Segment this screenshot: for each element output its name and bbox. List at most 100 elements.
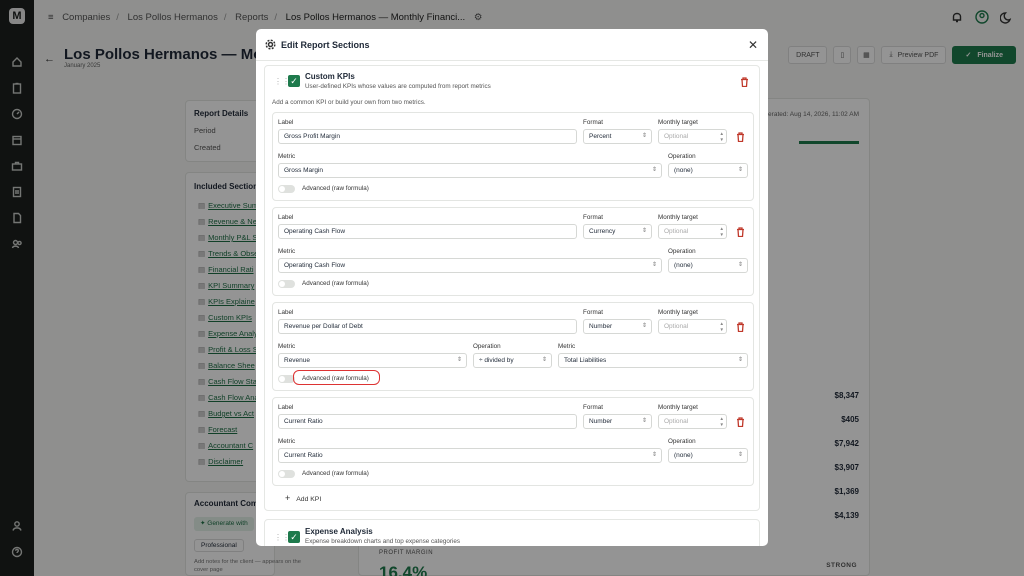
- second-metric-field-label: Metric: [558, 343, 576, 350]
- kpi-label-input[interactable]: Operating Cash Flow: [278, 224, 577, 239]
- monthly-target-input[interactable]: Optional ▲ ▼: [658, 129, 727, 144]
- kpi-label-input[interactable]: Current Ratio: [278, 414, 577, 429]
- custom-kpis-hint: Add a common KPI or build your own from …: [272, 99, 426, 106]
- metric-value: Operating Cash Flow: [284, 262, 346, 269]
- label-field-label: Label: [278, 404, 294, 411]
- advanced-label: Advanced (raw formula): [302, 185, 369, 192]
- trash-icon[interactable]: [740, 77, 749, 88]
- kpi-label-input[interactable]: Gross Profit Margin: [278, 129, 577, 144]
- chevron-icon: ⇕: [737, 452, 743, 458]
- kpi-card: Label Current Ratio Format Number ⇕ Month…: [272, 397, 754, 486]
- monthly-target-input[interactable]: Optional ▲ ▼: [658, 319, 727, 334]
- format-select[interactable]: Number ⇕: [583, 319, 652, 334]
- target-placeholder: Optional: [664, 323, 689, 330]
- metric-field-label: Metric: [278, 248, 296, 255]
- metric-field-label: Metric: [278, 438, 296, 445]
- operation-value: (none): [674, 262, 693, 269]
- stepper-icon[interactable]: ▲ ▼: [720, 226, 724, 237]
- label-field-label: Label: [278, 214, 294, 221]
- metric-select[interactable]: Operating Cash Flow ⇕: [278, 258, 662, 273]
- advanced-toggle[interactable]: [278, 280, 295, 288]
- format-select[interactable]: Number ⇕: [583, 414, 652, 429]
- operation-value: (none): [674, 452, 693, 459]
- operation-field-label: Operation: [668, 438, 696, 445]
- metric-field-label: Metric: [278, 153, 296, 160]
- operation-field-label: Operation: [473, 343, 501, 350]
- edit-report-sections-modal: Edit Report Sections ✕ ⋮⋮ ✓ Custom KPIs …: [256, 29, 768, 546]
- trash-icon[interactable]: [736, 132, 745, 143]
- operation-select[interactable]: (none) ⇕: [668, 163, 748, 178]
- operation-field-label: Operation: [668, 248, 696, 255]
- add-kpi-label: Add KPI: [296, 496, 322, 503]
- gear-icon: [265, 39, 276, 50]
- kpi-card: Label Revenue per Dollar of Debt Format …: [272, 302, 754, 391]
- format-field-label: Format: [583, 404, 603, 411]
- custom-kpis-description: User-defined KPIs whose values are compu…: [305, 83, 491, 90]
- metric-value: Revenue: [284, 357, 311, 364]
- stepper-icon[interactable]: ▲ ▼: [720, 416, 724, 427]
- monthly-target-input[interactable]: Optional ▲ ▼: [658, 414, 727, 429]
- chevron-icon: ⇕: [737, 357, 743, 363]
- operation-select[interactable]: (none) ⇕: [668, 448, 748, 463]
- stepper-icon[interactable]: ▲ ▼: [720, 321, 724, 332]
- format-select[interactable]: Percent ⇕: [583, 129, 652, 144]
- format-value: Number: [589, 418, 613, 425]
- second-metric-value: Total Liabilities: [564, 357, 607, 364]
- operation-value: ÷ divided by: [479, 357, 514, 364]
- target-placeholder: Optional: [664, 133, 689, 140]
- operation-select[interactable]: ÷ divided by ⇕: [473, 353, 552, 368]
- format-value: Number: [589, 323, 613, 330]
- expense-analysis-description: Expense breakdown charts and top expense…: [305, 538, 461, 545]
- chevron-icon: ⇕: [737, 262, 743, 268]
- expense-analysis-title: Expense Analysis: [305, 527, 373, 536]
- operation-select[interactable]: (none) ⇕: [668, 258, 748, 273]
- custom-kpis-checkbox[interactable]: ✓: [288, 75, 300, 87]
- expense-analysis-checkbox[interactable]: ✓: [288, 531, 300, 543]
- monthly-target-field-label: Monthly target: [658, 309, 698, 316]
- chevron-icon: ⇕: [737, 167, 743, 173]
- monthly-target-field-label: Monthly target: [658, 404, 698, 411]
- format-field-label: Format: [583, 119, 603, 126]
- format-field-label: Format: [583, 214, 603, 221]
- format-field-label: Format: [583, 309, 603, 316]
- metric-select[interactable]: Revenue ⇕: [278, 353, 467, 368]
- close-icon[interactable]: ✕: [748, 38, 758, 52]
- kpi-card: Label Operating Cash Flow Format Currenc…: [272, 207, 754, 296]
- target-placeholder: Optional: [664, 228, 689, 235]
- stepper-icon[interactable]: ▲ ▼: [720, 131, 724, 142]
- monthly-target-field-label: Monthly target: [658, 119, 698, 126]
- chevron-icon: ⇕: [651, 167, 657, 173]
- advanced-toggle[interactable]: [278, 470, 295, 478]
- monthly-target-input[interactable]: Optional ▲ ▼: [658, 224, 727, 239]
- advanced-toggle[interactable]: [278, 185, 295, 193]
- metric-field-label: Metric: [278, 343, 296, 350]
- add-kpi-button[interactable]: + Add KPI: [285, 493, 321, 503]
- kpi-card: Label Gross Profit Margin Format Percent…: [272, 112, 754, 201]
- trash-icon[interactable]: [736, 322, 745, 333]
- label-field-label: Label: [278, 309, 294, 316]
- chevron-icon: ⇕: [641, 323, 647, 329]
- trash-icon[interactable]: [736, 227, 745, 238]
- label-field-label: Label: [278, 119, 294, 126]
- kpi-label-input[interactable]: Revenue per Dollar of Debt: [278, 319, 577, 334]
- chevron-icon: ⇕: [651, 262, 657, 268]
- expense-analysis-section: ⋮⋮ ✓ Expense Analysis Expense breakdown …: [264, 519, 760, 546]
- operation-field-label: Operation: [668, 153, 696, 160]
- modal-title: Edit Report Sections: [281, 40, 370, 50]
- chevron-icon: ⇕: [641, 418, 647, 424]
- metric-select[interactable]: Gross Margin ⇕: [278, 163, 662, 178]
- monthly-target-field-label: Monthly target: [658, 214, 698, 221]
- format-select[interactable]: Currency ⇕: [583, 224, 652, 239]
- format-value: Currency: [589, 228, 616, 235]
- metric-value: Gross Margin: [284, 167, 324, 174]
- format-value: Percent: [589, 133, 612, 140]
- chevron-icon: ⇕: [651, 452, 657, 458]
- chevron-icon: ⇕: [641, 133, 647, 139]
- second-metric-select[interactable]: Total Liabilities ⇕: [558, 353, 748, 368]
- custom-kpis-title: Custom KPIs: [305, 72, 355, 81]
- metric-select[interactable]: Current Ratio ⇕: [278, 448, 662, 463]
- advanced-label: Advanced (raw formula): [302, 470, 369, 477]
- metric-value: Current Ratio: [284, 452, 323, 459]
- trash-icon[interactable]: [736, 417, 745, 428]
- target-placeholder: Optional: [664, 418, 689, 425]
